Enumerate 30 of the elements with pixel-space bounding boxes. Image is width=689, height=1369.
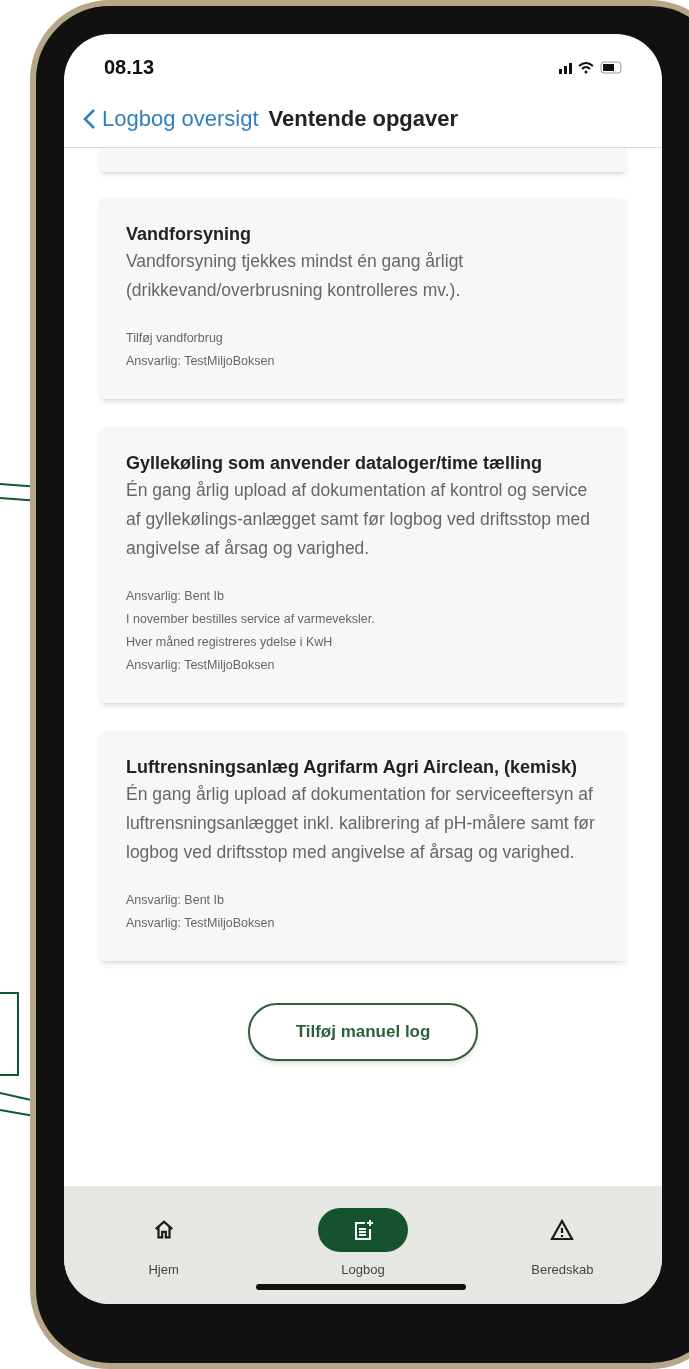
add-log-button[interactable]: Tilføj manuel log: [248, 1003, 478, 1061]
back-chevron-icon: [82, 107, 96, 130]
warning-icon: [550, 1219, 575, 1241]
task-description: Én gang årlig upload af dokumentation for serviceeftersyn af luftrensningsanlægget inkl. kalibrering af pH-målere samt før logbog ved driftsstop med angivelse af årsag og varighed.: [126, 783, 596, 864]
task-note: Ansvarlig: TestMiljoBoksen: [126, 353, 276, 370]
page-title: Ventende opgaver: [268, 105, 459, 133]
task-note: Ansvarlig: Bent Ib: [126, 588, 225, 605]
task-note: Tilføj vandforbrug: [126, 330, 224, 347]
task-description: Én gang årlig upload af dokumentation af kontrol og service af gyllekølings-anlægget samt før logbog ved driftsstop med angivelse af årsag og varighed.: [126, 479, 591, 560]
task-note: Hver måned registreres ydelse i KwH: [126, 634, 334, 651]
task-title: Vandforsyning: [126, 223, 252, 246]
signal-icon: [559, 60, 572, 74]
home-icon: [152, 1219, 175, 1241]
task-card[interactable]: [100, 731, 626, 961]
task-description: Vandforsyning tjekkes mindst én gang årligt (drikkevand/overbrusning kontrolleres mv.).: [126, 250, 465, 302]
task-card[interactable]: [100, 427, 626, 703]
tab-item[interactable]: Hjem: [103, 1208, 224, 1280]
task-note: I november bestilles service af varmeveksler.: [126, 611, 376, 628]
back-button[interactable]: Logbog oversigt: [82, 102, 259, 135]
battery-icon: [600, 60, 622, 74]
task-note: Ansvarlig: Bent Ib: [126, 892, 225, 909]
task-note: Ansvarlig: TestMiljoBoksen: [126, 657, 276, 674]
tab-item[interactable]: Beredskab: [502, 1208, 623, 1280]
task-title: Luftrensningsanlæg Agrifarm Agri Airclean, (kemisk): [126, 756, 579, 779]
task-card[interactable]: Vandforsyning Vandforsyning tjekkes mindst én gang årligt (drikkevand/overbrusning kontrolleres mv.). Tilføj vandforbrug Ansvarlig: TestMiljoBoksen: [100, 198, 626, 399]
status-time: 08.13: [104, 55, 155, 80]
wifi-icon: [578, 60, 594, 74]
task-note: Ansvarlig: TestMiljoBoksen: [126, 915, 276, 932]
tab-item[interactable]: Logbog: [303, 1208, 423, 1280]
task-title: Gyllekøling som anvender dataloger/time tælling: [126, 452, 544, 475]
